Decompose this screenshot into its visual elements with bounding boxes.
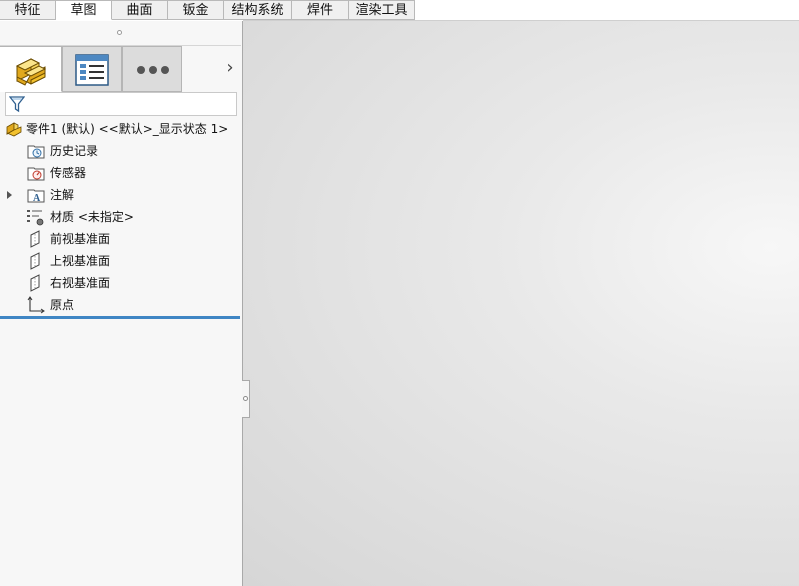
more-icon <box>137 66 169 74</box>
tree-item-front-plane[interactable]: 前视基准面 <box>0 229 241 249</box>
featuremanager-tab[interactable] <box>0 46 62 92</box>
tab-structure-system[interactable]: 结构系统 <box>224 0 292 20</box>
command-manager-tabbar: 特征 草图 曲面 钣金 结构系统 焊件 渲染工具 <box>0 0 799 21</box>
tab-features[interactable]: 特征 <box>0 0 56 20</box>
rollback-bar[interactable] <box>0 316 240 319</box>
tree-filter[interactable] <box>5 92 237 116</box>
tab-weldments[interactable]: 焊件 <box>292 0 349 20</box>
manager-tabs: › <box>0 45 241 94</box>
property-list-icon <box>75 54 109 86</box>
tab-render-tools[interactable]: 渲染工具 <box>349 0 415 20</box>
tab-surfaces[interactable]: 曲面 <box>112 0 168 20</box>
pane-grip-handle[interactable] <box>0 25 241 41</box>
tree-item-label: 右视基准面 <box>50 276 111 290</box>
tab-sheet-metal[interactable]: 钣金 <box>168 0 224 20</box>
plane-icon <box>30 274 40 292</box>
tree-item-label: 历史记录 <box>50 144 99 158</box>
graphics-area[interactable] <box>243 21 799 586</box>
tree-root-label: 零件1 (默认) <<默认>_显示状态 1> <box>26 122 229 136</box>
history-folder-icon <box>27 145 45 159</box>
tree-item-annotations[interactable]: A 注解 <box>0 185 241 205</box>
tree-item-history[interactable]: 历史记录 <box>0 141 241 161</box>
tree-item-top-plane[interactable]: 上视基准面 <box>0 251 241 271</box>
tab-sketch[interactable]: 草图 <box>56 0 112 20</box>
plane-icon <box>30 230 40 248</box>
propertymanager-tab[interactable] <box>62 46 122 92</box>
part-icon <box>15 58 47 86</box>
plane-icon <box>30 252 40 270</box>
part-icon <box>6 122 22 137</box>
pane-splitter-handle[interactable] <box>242 380 250 418</box>
material-icon <box>27 210 44 226</box>
tree-root-part[interactable]: 零件1 (默认) <<默认>_显示状态 1> <box>0 119 241 139</box>
tree-item-label: 传感器 <box>50 166 87 180</box>
tree-item-label: 材质 <未指定> <box>50 210 134 224</box>
filter-icon <box>9 96 25 113</box>
origin-icon <box>27 296 45 314</box>
annotation-folder-icon: A <box>27 189 45 204</box>
chevron-right-icon[interactable]: › <box>222 58 238 78</box>
tree-item-material[interactable]: 材质 <未指定> <box>0 207 241 227</box>
tree-item-label: 原点 <box>50 298 75 312</box>
tree-item-label: 上视基准面 <box>50 254 111 268</box>
sensor-folder-icon <box>27 167 45 181</box>
tree-item-label: 注解 <box>50 188 75 202</box>
more-tab[interactable] <box>122 46 182 92</box>
tree-item-origin[interactable]: 原点 <box>0 295 241 315</box>
feature-manager-pane: › 零件1 (默认) <<默认>_显示状态 1> 历史记录 传感器 A 注解 材… <box>0 21 243 586</box>
expand-arrow-icon[interactable] <box>7 191 12 199</box>
tree-item-label: 前视基准面 <box>50 232 111 246</box>
svg-text:A: A <box>33 193 41 204</box>
tree-item-sensors[interactable]: 传感器 <box>0 163 241 183</box>
tree-item-right-plane[interactable]: 右视基准面 <box>0 273 241 293</box>
